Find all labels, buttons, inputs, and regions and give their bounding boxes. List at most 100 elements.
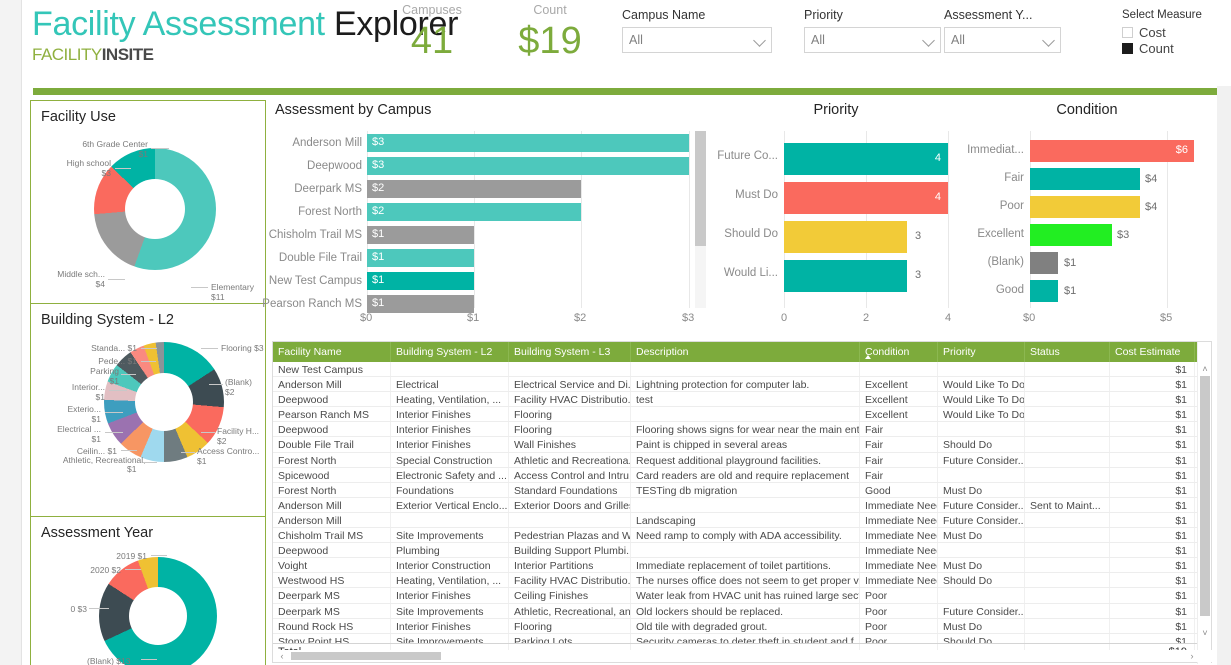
table-row[interactable]: Westwood HS Heating, Ventilation, ... Faci…: [273, 573, 1211, 589]
scroll-left-icon[interactable]: ‹: [275, 650, 289, 662]
table-row[interactable]: Stony Point HS Site Improvements Parking L…: [273, 633, 1211, 643]
table-header-priority[interactable]: Priority: [938, 342, 1025, 362]
chart-priority[interactable]: Priority Future Co... 4 Must Do 4 Should…: [712, 98, 960, 333]
table-row[interactable]: Anderson Mill Landscaping Immediate Need Fu…: [273, 512, 1211, 529]
bar[interactable]: $6: [1030, 140, 1194, 162]
x-axis-tick: 4: [945, 312, 952, 324]
bar[interactable]: $1: [367, 249, 474, 267]
donut-label-2019: 2019 $1: [116, 551, 147, 561]
cell-building-system-l2: Foundations: [391, 482, 509, 497]
table-row[interactable]: Deerpark MS Interior Finishes Ceiling Fini…: [273, 588, 1211, 604]
cell-facility-name: Stony Point HS: [273, 633, 391, 643]
chart-condition[interactable]: Condition Immediat... $6 Fair $4 Poor $4…: [962, 98, 1218, 333]
table-body[interactable]: New Test Campus $1 Anderson Mill Electrica…: [273, 362, 1211, 643]
table-row[interactable]: Double File Trail Interior Finishes Wall F…: [273, 437, 1211, 453]
bar[interactable]: $1: [367, 272, 474, 290]
bar[interactable]: [1030, 196, 1140, 218]
bar[interactable]: $1: [367, 295, 474, 313]
table-vertical-scrollbar[interactable]: ˄ ˅: [1197, 342, 1211, 664]
filter-priority-dropdown[interactable]: All: [804, 27, 941, 53]
checkbox-checked-icon[interactable]: [1122, 43, 1133, 54]
panel-building-system-l2[interactable]: Building System - L2 Standa... $1 Pede..…: [30, 303, 266, 518]
table-row[interactable]: Forest North Special Construction Athletic…: [273, 452, 1211, 468]
filter-campus-name-dropdown[interactable]: All: [622, 27, 772, 53]
bar-rows[interactable]: Future Co... 4 Must Do 4 Should Do 3 Wou…: [712, 131, 960, 308]
table-horizontal-scrollbar[interactable]: ‹ ›: [273, 650, 1213, 662]
scroll-down-icon[interactable]: ˅: [1198, 626, 1212, 640]
measure-option-cost[interactable]: Cost: [1122, 25, 1202, 40]
bar[interactable]: [1030, 280, 1058, 302]
table-vertical-scroll-thumb[interactable]: [1200, 376, 1210, 616]
table-header-condition[interactable]: Condition: [860, 342, 938, 362]
bar[interactable]: $2: [367, 203, 581, 221]
bar[interactable]: $1: [367, 226, 474, 244]
table-row[interactable]: Forest North Foundations Standard Foundati…: [273, 482, 1211, 498]
measure-option-count[interactable]: Count: [1122, 41, 1202, 56]
bar[interactable]: [1030, 252, 1058, 274]
brand-logo-part1: FACILITY: [32, 45, 102, 64]
cell-description: Old tile with degraded grout.: [631, 618, 860, 633]
cell-facility-name: Pearson Ranch MS: [273, 407, 391, 422]
table-header-facility-name[interactable]: Facility Name: [273, 342, 391, 362]
bar[interactable]: $3: [367, 134, 689, 152]
table-row[interactable]: Round Rock HS Interior Finishes Flooring Ol…: [273, 618, 1211, 634]
bar[interactable]: 4: [784, 143, 948, 175]
scroll-right-icon[interactable]: ›: [1185, 650, 1199, 662]
scroll-up-icon[interactable]: ˄: [1198, 362, 1212, 376]
bar[interactable]: 4: [784, 182, 948, 214]
cell-building-system-l3: Facility HVAC Distributio...: [509, 573, 631, 588]
cell-facility-name: Forest North: [273, 452, 391, 467]
building-system-l2-donut-chart[interactable]: Standa... $1 Pede... $1 Parking $1 Interi…: [31, 304, 267, 519]
table-row[interactable]: Anderson Mill Exterior Vertical Enclo... E…: [273, 497, 1211, 513]
bar[interactable]: $2: [367, 180, 581, 198]
table-row[interactable]: Anderson Mill Electrical Electrical Servic…: [273, 377, 1211, 393]
table-header-cost-estimate[interactable]: Cost Estimate: [1110, 342, 1195, 362]
table-vertical-scroll-track[interactable]: [1200, 376, 1210, 629]
cell-condition: Poor: [860, 633, 938, 643]
cell-cost-estimate: $1: [1110, 558, 1195, 573]
leader-line: [105, 412, 123, 413]
chart-scrollbar-thumb[interactable]: [695, 131, 706, 246]
bar[interactable]: [1030, 168, 1140, 190]
cell-facility-name: Anderson Mill: [273, 512, 391, 528]
table-row[interactable]: New Test Campus $1: [273, 362, 1211, 378]
chart-assessment-by-campus[interactable]: Assessment by Campus Anderson Mill $3 De…: [262, 98, 710, 333]
table-row[interactable]: Deepwood Interior Finishes Flooring Floorin…: [273, 422, 1211, 438]
chart-scrollbar[interactable]: [695, 131, 706, 308]
bar[interactable]: [784, 221, 907, 253]
table-horizontal-scroll-thumb[interactable]: [291, 652, 441, 660]
assessment-year-donut-chart[interactable]: 2019 $1 2020 $2 0 $3 (Blank) $13: [31, 517, 267, 665]
bar-rows[interactable]: Immediat... $6 Fair $4 Poor $4 Excellent…: [962, 131, 1218, 308]
table-row[interactable]: Deepwood Heating, Ventilation, ... Facilit…: [273, 392, 1211, 408]
cell-condition: Poor: [860, 603, 938, 618]
filter-assessment-year-dropdown[interactable]: All: [944, 27, 1061, 53]
cell-building-system-l2: Interior Finishes: [391, 618, 509, 633]
panel-facility-use[interactable]: Facility Use 6th Grade Center $1 High sch…: [30, 100, 266, 305]
table-row[interactable]: Spicewood Electronic Safety and ... Access…: [273, 467, 1211, 483]
cell-description: Security cameras to deter theft in stude…: [631, 633, 860, 643]
table-header-building-system-l3[interactable]: Building System - L3: [509, 342, 631, 362]
bar-category-label: Must Do: [735, 189, 778, 201]
table-header-status[interactable]: Status: [1025, 342, 1110, 362]
table-row[interactable]: Deepwood Plumbing Building Support Plumbi.…: [273, 543, 1211, 559]
table-header-row[interactable]: Facility Name Building System - L2 Build…: [273, 342, 1211, 362]
table-row[interactable]: Pearson Ranch MS Interior Finishes Floorin…: [273, 407, 1211, 423]
cell-building-system-l3: [509, 512, 631, 528]
table-row[interactable]: Chisholm Trail MS Site Improvements Pedest…: [273, 528, 1211, 544]
assessment-table[interactable]: Facility Name Building System - L2 Build…: [272, 341, 1213, 664]
bar-value-label: 4: [934, 191, 941, 203]
table-row[interactable]: Deerpark MS Site Improvements Athletic, Re…: [273, 603, 1211, 619]
bar[interactable]: $3: [367, 157, 689, 175]
cell-building-system-l2: Plumbing: [391, 543, 509, 558]
table-header-building-system-l2[interactable]: Building System - L2: [391, 342, 509, 362]
panel-assessment-year[interactable]: Assessment Year 2019 $1 2020 $2 0 $3 (Bl…: [30, 516, 266, 665]
cell-condition: Immediate Need: [860, 543, 938, 558]
table-header-description[interactable]: Description: [631, 342, 860, 362]
bar[interactable]: [1030, 224, 1112, 246]
checkbox-icon[interactable]: [1122, 27, 1133, 38]
table-row[interactable]: Voight Interior Construction Interior Part…: [273, 558, 1211, 574]
facility-use-donut-chart[interactable]: 6th Grade Center $1 High school $3 Middle …: [31, 101, 267, 306]
cell-description: [631, 407, 860, 422]
bar-rows[interactable]: Anderson Mill $3 Deepwood $3 Deerpark MS…: [262, 131, 710, 313]
bar[interactable]: [784, 260, 907, 292]
